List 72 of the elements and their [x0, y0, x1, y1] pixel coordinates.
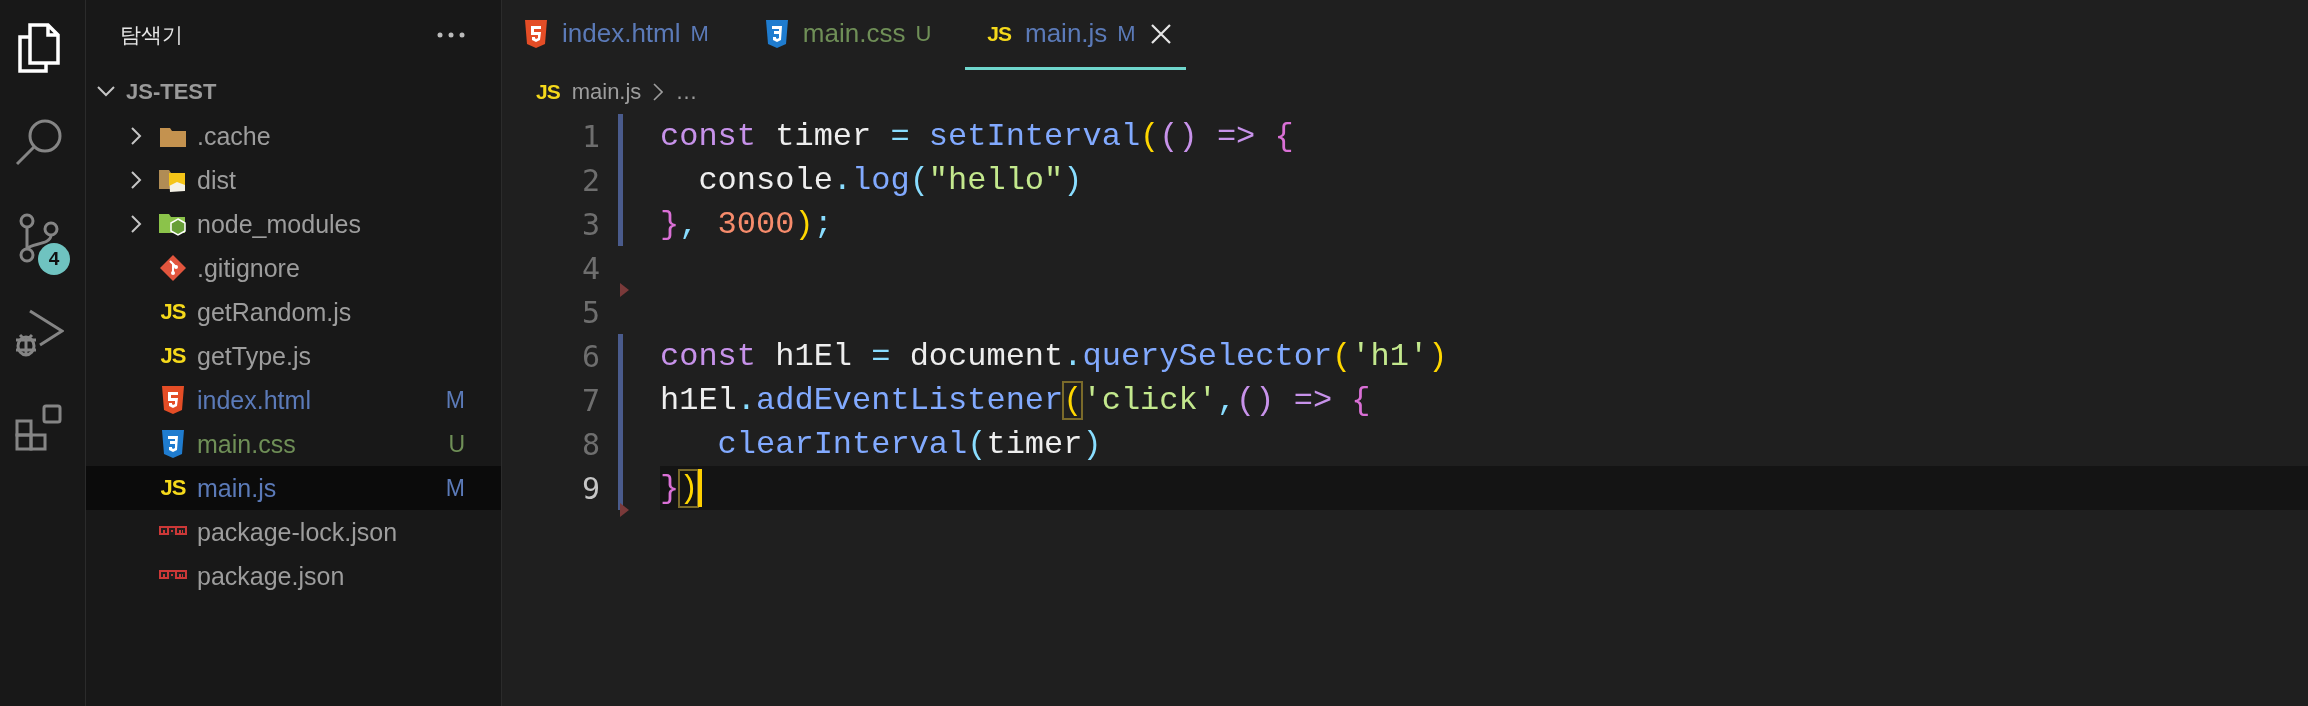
line-number: 8: [580, 426, 600, 462]
code-line: const h1El = document.querySelector('h1'): [660, 337, 1448, 375]
file-name: .gitignore: [197, 253, 301, 283]
file-row[interactable]: JS getRandom.js: [86, 290, 501, 334]
close-icon[interactable]: [1149, 22, 1172, 45]
folder-icon: [159, 167, 187, 193]
file-name: dist: [197, 165, 237, 195]
git-icon: [159, 254, 187, 282]
js-icon: JS: [987, 21, 1011, 46]
file-name: getType.js: [197, 341, 312, 371]
editor-tab[interactable]: main.css U: [742, 0, 958, 70]
file-row[interactable]: dist: [86, 158, 501, 202]
line-number: 2: [580, 162, 600, 198]
line-number: 7: [580, 382, 600, 418]
line-number: 3: [580, 206, 600, 242]
more-icon[interactable]: [437, 32, 465, 38]
run-debug-icon[interactable]: [13, 307, 64, 358]
file-row[interactable]: node_modules: [86, 202, 501, 246]
line-number: 9: [580, 470, 600, 506]
file-name: main.css: [197, 429, 297, 459]
breadcrumb-item[interactable]: …: [675, 79, 698, 105]
js-icon: JS: [536, 80, 560, 104]
panel-title: 탐색기: [120, 22, 183, 48]
file-name: node_modules: [197, 209, 362, 239]
git-status: M: [445, 474, 465, 502]
git-status: M: [445, 386, 465, 414]
file-row[interactable]: main.css U: [86, 422, 501, 466]
code-line: clearInterval(timer): [716, 425, 1102, 463]
line-number: 4: [580, 250, 600, 286]
files-icon[interactable]: [16, 22, 61, 73]
git-status: U: [448, 430, 465, 458]
code-line: }, 3000);: [660, 205, 833, 243]
branch-icon[interactable]: [18, 212, 59, 263]
file-name: getRandom.js: [197, 297, 353, 327]
editor-tab[interactable]: JS main.js M: [965, 0, 1186, 70]
file-row[interactable]: package-lock.json: [86, 510, 501, 554]
search-icon[interactable]: [14, 117, 63, 168]
html-icon: [524, 19, 548, 48]
file-row[interactable]: index.html M: [86, 378, 501, 422]
css-icon: [764, 19, 789, 48]
chevron-right-icon: [653, 83, 664, 101]
file-name: main.js: [197, 473, 278, 503]
code-line: }): [660, 469, 699, 507]
npm-icon: [159, 526, 187, 538]
extensions-icon[interactable]: [13, 402, 64, 453]
html-icon: [161, 386, 185, 414]
folder-name[interactable]: JS-TEST: [126, 79, 217, 105]
file-name: .cache: [197, 121, 272, 151]
code-line: const timer = setInterval(() => {: [660, 117, 1294, 155]
line-number: 5: [580, 294, 600, 330]
breadcrumb-item[interactable]: main.js: [571, 79, 642, 105]
js-icon: JS: [160, 343, 186, 369]
file-name: package.json: [197, 561, 346, 591]
npm-icon: [159, 570, 187, 582]
css-icon: [161, 430, 185, 458]
file-row[interactable]: .gitignore: [86, 246, 501, 290]
line-number: 6: [580, 338, 600, 374]
folder-icon: [159, 211, 187, 237]
code-line: console.log("hello"): [697, 161, 1083, 199]
file-row[interactable]: package.json: [86, 554, 501, 598]
file-row[interactable]: JS main.js M: [86, 466, 501, 510]
file-row[interactable]: JS getType.js: [86, 334, 501, 378]
count-badge: 4: [38, 243, 70, 275]
folder-icon: [160, 125, 186, 147]
file-name: index.html: [197, 385, 312, 415]
js-icon: JS: [160, 299, 186, 325]
editor-tab[interactable]: index.html M: [502, 0, 735, 70]
js-icon: JS: [160, 475, 186, 501]
file-name: package-lock.json: [197, 517, 399, 547]
line-number: 1: [580, 118, 600, 154]
code-line: h1El.addEventListener('click',() => {: [660, 381, 1371, 419]
file-row[interactable]: .cache: [86, 114, 501, 158]
